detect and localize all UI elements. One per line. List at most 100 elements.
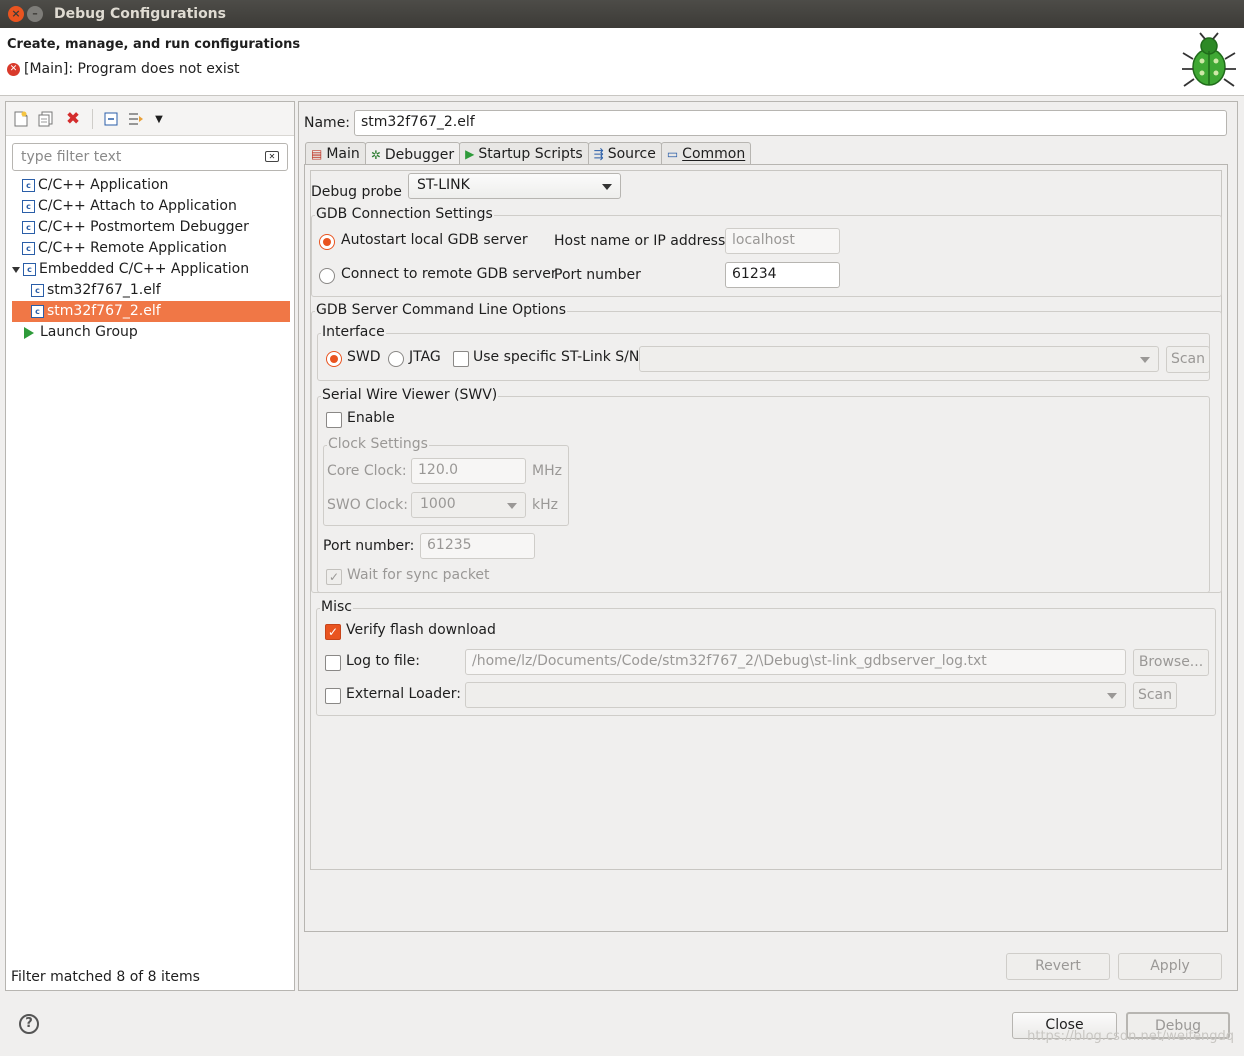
clear-filter-icon[interactable]: ✕ bbox=[265, 151, 279, 162]
wait-sync-checkbox[interactable]: ✓ bbox=[326, 569, 342, 585]
dialog-header: Create, manage, and run configurations ✕… bbox=[0, 28, 1244, 96]
debug-bug-icon bbox=[1182, 32, 1236, 87]
window-minimize-button[interactable]: – bbox=[27, 6, 43, 22]
collapse-all-icon[interactable] bbox=[102, 110, 120, 128]
tree-item-launch-group[interactable]: Launch Group bbox=[24, 322, 138, 343]
debugger-tab-content: Debug probe ST-LINK GDB Connection Setti… bbox=[304, 164, 1228, 932]
tab-main[interactable]: ▤ Main bbox=[305, 142, 366, 165]
wait-sync-label: Wait for sync packet bbox=[347, 567, 490, 583]
tab-startup-scripts[interactable]: ▶ Startup Scripts bbox=[459, 142, 589, 165]
filter-search-field[interactable]: ✕ bbox=[12, 143, 288, 171]
tree-item-c-application[interactable]: c C/C++ Application bbox=[22, 175, 168, 196]
expanded-chevron-icon[interactable] bbox=[12, 266, 20, 273]
log-to-file-checkbox[interactable] bbox=[325, 655, 341, 671]
apply-button[interactable]: Apply bbox=[1118, 953, 1222, 980]
swv-enable-checkbox[interactable] bbox=[326, 412, 342, 428]
configuration-name-field[interactable]: stm32f767_2.elf bbox=[354, 110, 1227, 136]
new-configuration-icon[interactable] bbox=[12, 110, 30, 128]
chevron-down-icon bbox=[1140, 357, 1150, 363]
external-loader-select[interactable] bbox=[465, 682, 1126, 708]
gdb-server-options-title: GDB Server Command Line Options bbox=[315, 302, 568, 318]
verify-flash-checkbox[interactable]: ✓ bbox=[325, 624, 341, 640]
launch-icon bbox=[24, 326, 34, 339]
remote-radio[interactable] bbox=[319, 268, 335, 284]
external-loader-checkbox[interactable] bbox=[325, 688, 341, 704]
name-label: Name: bbox=[304, 115, 351, 131]
core-clock-unit: MHz bbox=[532, 463, 562, 479]
jtag-radio[interactable] bbox=[388, 351, 404, 367]
tree-item-c-attach[interactable]: c C/C++ Attach to Application bbox=[22, 196, 237, 217]
c-app-icon: c bbox=[22, 221, 35, 234]
chevron-down-icon bbox=[602, 184, 612, 190]
autostart-label: Autostart local GDB server bbox=[341, 232, 528, 248]
swd-radio[interactable] bbox=[326, 351, 342, 367]
autostart-radio[interactable] bbox=[319, 234, 335, 250]
chevron-down-icon bbox=[507, 503, 517, 509]
filter-status-text: Filter matched 8 of 8 items bbox=[11, 969, 200, 985]
stlink-serial-select[interactable] bbox=[639, 346, 1159, 372]
log-path-field[interactable]: /home/lz/Documents/Code/stm32f767_2/\Deb… bbox=[465, 649, 1126, 675]
delete-configuration-icon[interactable]: ✖ bbox=[64, 109, 82, 129]
external-loader-label: External Loader: bbox=[346, 686, 461, 702]
port-field[interactable]: 61234 bbox=[725, 262, 840, 288]
swo-clock-unit: kHz bbox=[532, 497, 558, 513]
main-tab-icon: ▤ bbox=[311, 147, 323, 161]
tab-common[interactable]: ▭ Common bbox=[660, 142, 752, 165]
chevron-down-icon bbox=[1107, 693, 1117, 699]
tree-item-c-postmortem[interactable]: c C/C++ Postmortem Debugger bbox=[22, 217, 249, 238]
toolbar-separator bbox=[92, 109, 93, 129]
swv-group: Serial Wire Viewer (SWV) Enable Clock Se… bbox=[317, 387, 1210, 593]
filter-configurations-icon[interactable] bbox=[127, 110, 145, 128]
verify-flash-label: Verify flash download bbox=[346, 622, 496, 638]
specific-stlink-checkbox[interactable] bbox=[453, 351, 469, 367]
watermark-text: https://blog.csdn.net/weifengdq bbox=[1027, 1029, 1234, 1044]
error-icon: ✕ bbox=[7, 62, 20, 76]
help-icon[interactable]: ? bbox=[19, 1014, 39, 1034]
swv-enable-label: Enable bbox=[347, 410, 395, 426]
host-label: Host name or IP address bbox=[554, 233, 726, 249]
tab-source[interactable]: ⇶ Source bbox=[587, 142, 662, 165]
header-error-message: ✕ [Main]: Program does not exist bbox=[7, 61, 240, 77]
port-label: Port number bbox=[554, 267, 641, 283]
configuration-tabs: ▤ Main ✲ Debugger ▶ Startup Scripts ⇶ So… bbox=[305, 142, 752, 166]
gdb-connection-group: GDB Connection Settings Autostart local … bbox=[311, 206, 1222, 297]
c-app-icon: c bbox=[31, 305, 44, 318]
interface-title: Interface bbox=[321, 324, 386, 340]
c-app-icon: c bbox=[22, 242, 35, 255]
browse-button[interactable]: Browse... bbox=[1133, 649, 1209, 676]
swv-port-field[interactable]: 61235 bbox=[420, 533, 535, 559]
core-clock-label: Core Clock: bbox=[327, 463, 407, 479]
title-bar: × – Debug Configurations bbox=[0, 0, 1244, 28]
gdb-connection-title: GDB Connection Settings bbox=[315, 206, 494, 222]
specific-stlink-label: Use specific ST-Link S/N bbox=[473, 349, 640, 365]
configuration-editor-panel: Name: stm32f767_2.elf ▤ Main ✲ Debugger … bbox=[298, 101, 1238, 991]
tree-item-stm32f767-1[interactable]: c stm32f767_1.elf bbox=[31, 280, 161, 301]
tree-item-c-remote[interactable]: c C/C++ Remote Application bbox=[22, 238, 227, 259]
misc-title: Misc bbox=[320, 599, 353, 615]
configuration-list-panel: ✖ ▼ ✕ c C/C++ Application c C/C++ Attach… bbox=[5, 101, 295, 991]
debugger-tab-icon: ✲ bbox=[370, 147, 381, 162]
remote-label: Connect to remote GDB server bbox=[341, 266, 557, 282]
clock-settings-group: Clock Settings Core Clock: 120.0 MHz SWO… bbox=[323, 436, 569, 526]
startup-tab-icon: ▶ bbox=[465, 147, 475, 161]
swo-clock-label: SWO Clock: bbox=[327, 497, 408, 513]
swv-port-label: Port number: bbox=[323, 538, 415, 554]
window-title: Debug Configurations bbox=[54, 6, 226, 22]
clock-settings-title: Clock Settings bbox=[327, 436, 429, 452]
tab-debugger[interactable]: ✲ Debugger bbox=[364, 142, 461, 166]
window-close-button[interactable]: × bbox=[8, 6, 24, 22]
debug-probe-select[interactable]: ST-LINK bbox=[408, 173, 621, 199]
filter-input[interactable] bbox=[19, 145, 255, 169]
scan-loader-button[interactable]: Scan bbox=[1133, 682, 1177, 709]
tree-item-stm32f767-2[interactable]: c stm32f767_2.elf bbox=[12, 301, 290, 322]
duplicate-configuration-icon[interactable] bbox=[37, 110, 55, 128]
tree-item-embedded-c-application[interactable]: c Embedded C/C++ Application bbox=[12, 259, 249, 280]
swo-clock-select[interactable]: 1000 bbox=[411, 492, 526, 518]
misc-group: Misc ✓ Verify flash download Log to file… bbox=[316, 599, 1216, 716]
view-menu-chevron-down-icon[interactable]: ▼ bbox=[150, 110, 168, 128]
revert-button[interactable]: Revert bbox=[1006, 953, 1110, 980]
scan-stlink-button[interactable]: Scan bbox=[1166, 346, 1210, 373]
host-field[interactable]: localhost bbox=[725, 228, 840, 254]
debug-probe-label: Debug probe bbox=[311, 184, 402, 200]
core-clock-field[interactable]: 120.0 bbox=[411, 458, 526, 484]
